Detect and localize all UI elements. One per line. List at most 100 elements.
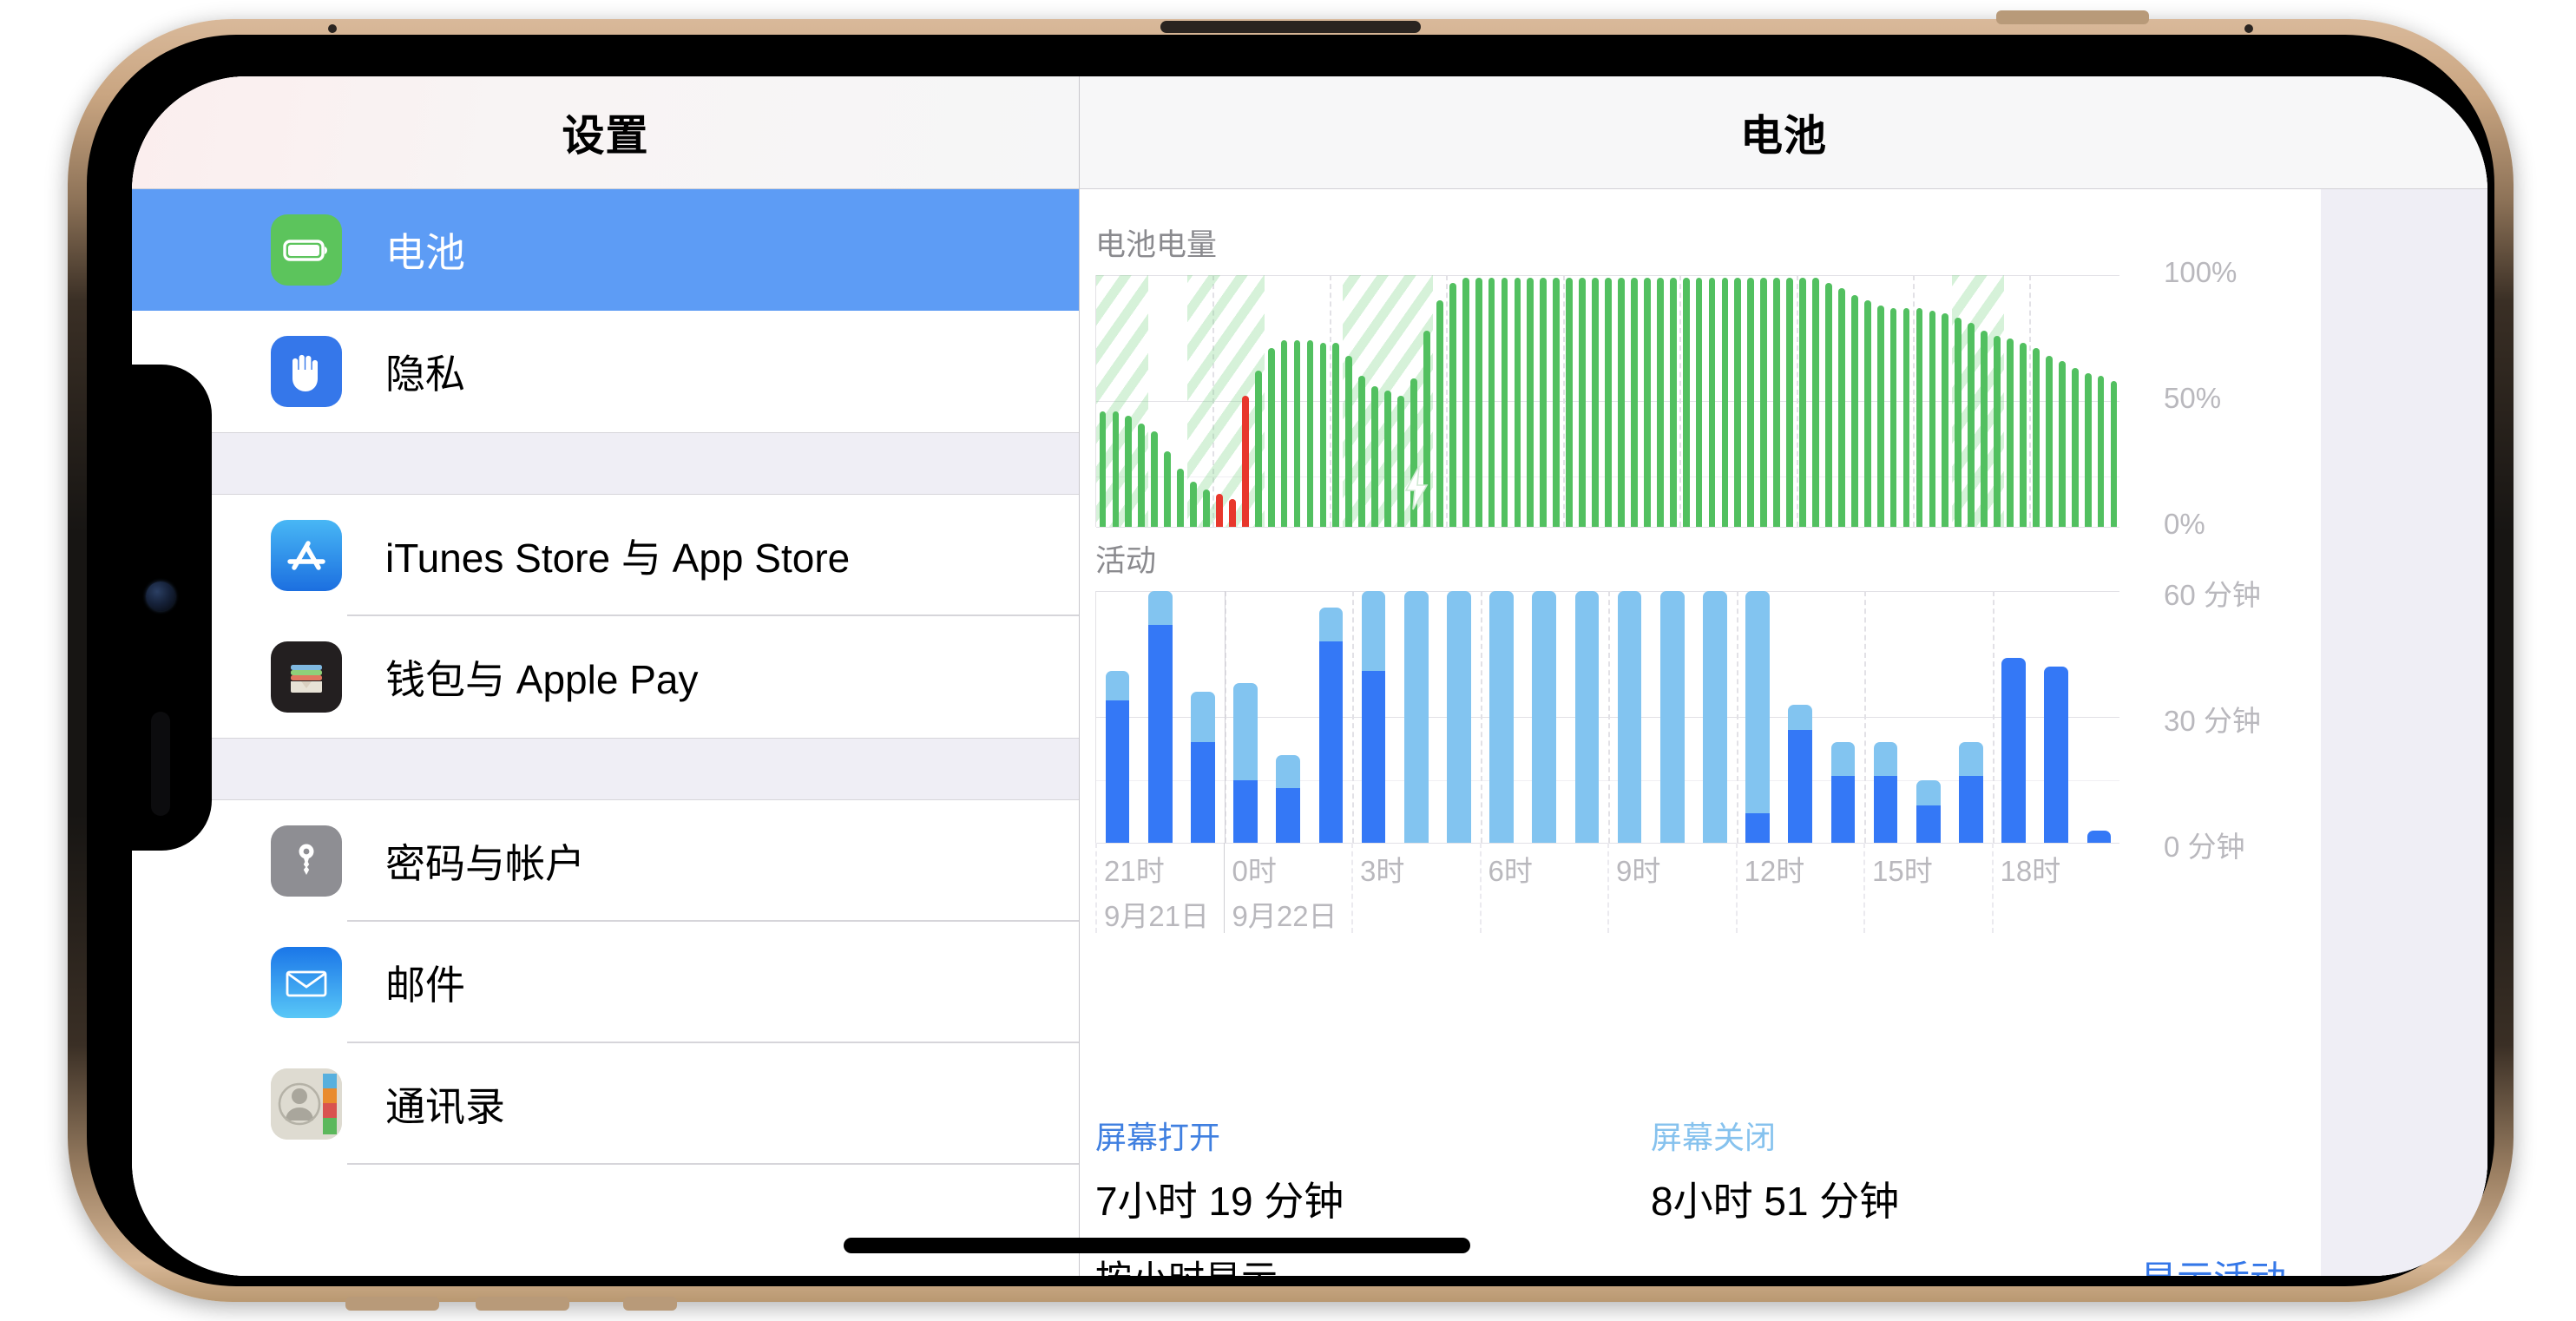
activity-bar-screen-off (1318, 608, 1344, 641)
battery-bar (1203, 489, 1210, 527)
battery-bar (1190, 481, 1197, 527)
activity-bar-screen-off (1447, 591, 1471, 843)
battery-bar (2110, 380, 2118, 527)
x-axis-separator (1735, 843, 1738, 933)
gridline-v (1480, 591, 1482, 843)
x-axis-separator (1863, 843, 1865, 933)
volume-up-button[interactable] (345, 1297, 439, 1311)
battery-bar (1112, 411, 1120, 527)
activity-chart-plot[interactable]: 60 分钟 30 分钟 0 分钟 (1095, 579, 2261, 863)
screen-on-value: 7小时 19 分钟 (1095, 1179, 1344, 1224)
x-axis-separator (1607, 843, 1609, 933)
battery-y-tick: 100% (2164, 256, 2238, 288)
gridline-v (1446, 275, 1449, 527)
battery-bar (1837, 287, 1845, 527)
sidebar-item-4[interactable]: 密码与帐户 (132, 800, 1079, 922)
power-button[interactable] (1996, 10, 2149, 24)
sidebar-navbar: 设置 (132, 76, 1079, 189)
activity-chart-title: 活动 (1095, 544, 1157, 578)
battery-bar (1527, 277, 1534, 527)
battery-bar (2084, 373, 2092, 527)
activity-x-tick: 6时 (1488, 855, 1533, 887)
battery-bar (1371, 385, 1379, 527)
x-axis-separator (1479, 843, 1482, 933)
contacts-icon (271, 1068, 342, 1140)
battery-bar (1825, 282, 1832, 527)
battery-bar (1436, 300, 1443, 527)
screen-on-label: 屏幕打开 (1095, 1120, 1221, 1155)
battery-bar (2058, 360, 2066, 527)
gridline-h (1096, 527, 2119, 528)
gridline-v (1736, 591, 1738, 843)
activity-chart: 活动 60 分钟 30 分钟 0 分钟 21时 0时 3时 6时 9时 12时 15时 18时 9月… (1080, 536, 2321, 938)
activity-bar-screen-on (2044, 667, 2068, 843)
usage-summary: 屏幕打开 7小时 19 分钟 屏幕关闭 8小时 51 分钟 (1095, 1113, 1899, 1227)
battery-bar (1228, 499, 1236, 527)
battery-bar (1540, 277, 1548, 527)
sidebar-item-3[interactable]: 钱包与 Apple Pay (132, 616, 1079, 738)
home-indicator[interactable] (844, 1238, 1470, 1253)
activity-bar-screen-on (1191, 742, 1215, 843)
battery-bar (1514, 277, 1521, 527)
activity-bar-screen-off (1959, 742, 1983, 776)
activity-bar-screen-on (1873, 775, 1898, 843)
mute-switch[interactable] (623, 1297, 677, 1311)
sidebar-item-2[interactable]: iTunes Store 与 App Store (132, 495, 1079, 616)
volume-down-button[interactable] (476, 1297, 569, 1311)
activity-x-tick: 21时 (1104, 855, 1165, 887)
battery-bar (1994, 335, 2001, 527)
sidebar-item-1[interactable]: 隐私 (132, 311, 1079, 432)
battery-bar (1164, 451, 1172, 527)
battery-y-tick: 50% (2164, 382, 2222, 414)
sidebar-item-label: 隐私 (385, 352, 465, 397)
row-separator (347, 1163, 1079, 1165)
battery-card: 电池电量 100% 50% 0% 活动 60 分钟 30 分钟 0 分钟 21时 0时 3时… (1080, 189, 2321, 1276)
bottom-row-label: 按小时显示 (1095, 1250, 1278, 1276)
battery-bar (2097, 376, 2105, 527)
activity-bar-screen-on (1788, 729, 1812, 843)
sidebar-item-label: 钱包与 Apple Pay (385, 657, 699, 702)
activity-x-tick: 3时 (1360, 855, 1405, 887)
battery-bar (2045, 355, 2053, 527)
sidebar-item-6[interactable]: 通讯录 (132, 1043, 1079, 1165)
battery-bar (1125, 416, 1133, 527)
battery-bar (1773, 277, 1781, 527)
battery-bar (1747, 277, 1755, 527)
sidebar-item-label: iTunes Store 与 App Store (385, 536, 851, 581)
battery-bar (1669, 277, 1677, 527)
activity-x-date: 9月22日 (1232, 900, 1337, 932)
battery-bar (1254, 371, 1262, 527)
sidebar-item-5[interactable]: 邮件 (132, 922, 1079, 1043)
day-boundary-line (1224, 591, 1226, 843)
activity-bar-screen-on (2086, 830, 2112, 843)
phone-bezel: 设置 电池隐私 iTunes Store 与 App Store 钱包与 Apple… (87, 35, 2494, 1286)
mail-icon (271, 947, 342, 1018)
bottom-row-link[interactable]: 显示活动 (2140, 1250, 2321, 1276)
battery-bar (1889, 307, 1897, 527)
battery-bar (1566, 277, 1574, 527)
detail-navbar: 电池 (1080, 76, 2487, 189)
split-view: 设置 电池隐私 iTunes Store 与 App Store 钱包与 Apple… (132, 76, 2487, 1276)
x-axis-separator (1351, 843, 1353, 933)
activity-bar-screen-on (1318, 641, 1344, 843)
gridline-v (1992, 591, 1994, 843)
battery-chart-plot[interactable]: 100% 50% 0% (1095, 256, 2237, 540)
battery-bar (1605, 277, 1612, 527)
battery-bar (1876, 305, 1884, 527)
battery-bar (1721, 277, 1729, 527)
screen-off-label: 屏幕关闭 (1651, 1120, 1777, 1155)
battery-bar (2071, 368, 2079, 527)
battery-bar (1968, 323, 1975, 527)
bottom-partial-row[interactable]: 按小时显示 显示活动 (1095, 1250, 2321, 1276)
battery-bar (1786, 277, 1793, 527)
activity-bar-screen-off (1276, 754, 1300, 789)
battery-bar (1501, 277, 1508, 527)
battery-bar (1319, 343, 1327, 527)
activity-bar-screen-on (1105, 700, 1130, 843)
battery-bar (1902, 307, 1910, 527)
activity-bar-screen-on (1830, 775, 1856, 843)
battery-chart-title: 电池电量 (1095, 228, 1218, 262)
sidebar-item-0[interactable]: 电池 (132, 189, 1079, 311)
battery-bar (1592, 277, 1599, 527)
gridline-v (1352, 591, 1354, 843)
